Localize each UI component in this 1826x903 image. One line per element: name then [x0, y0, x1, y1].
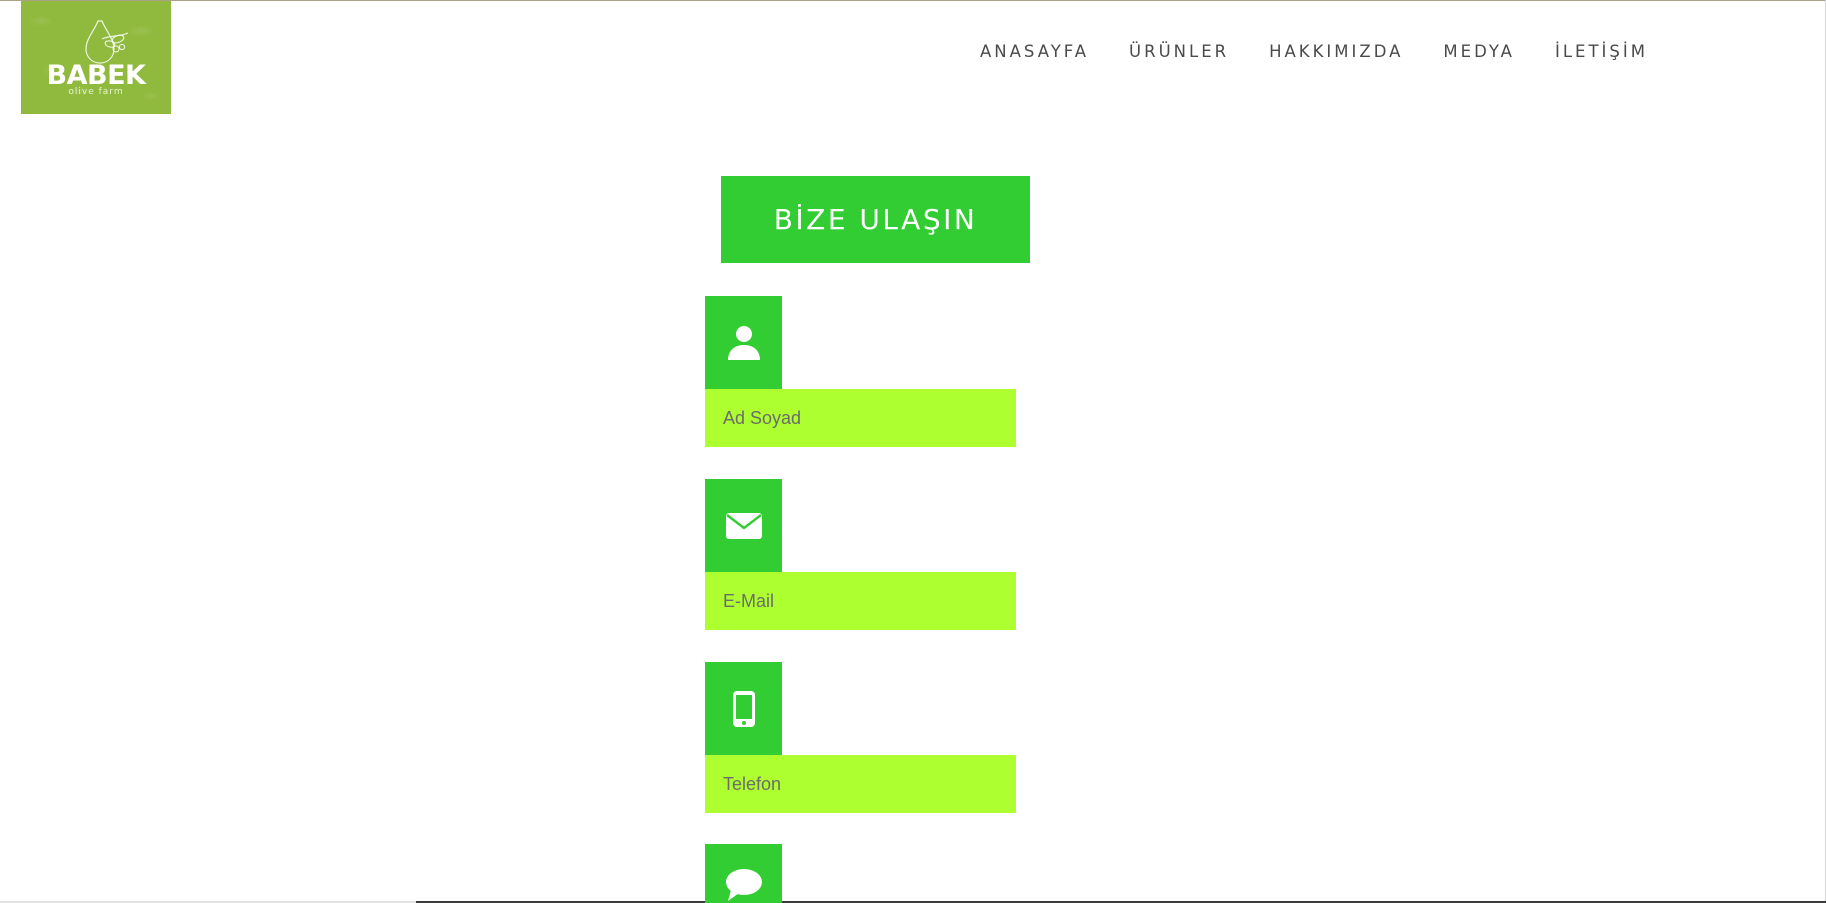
email-icon-box	[705, 479, 782, 572]
name-field[interactable]	[705, 389, 1016, 447]
mobile-phone-icon	[732, 690, 755, 727]
envelope-icon	[725, 512, 762, 539]
nav-item-hakkimizda[interactable]: HAKKIMIZDA	[1269, 42, 1403, 61]
top-border	[0, 0, 1826, 1]
site-logo[interactable]: BABEK olive farm	[21, 1, 171, 114]
nav-item-iletisim[interactable]: İLETİŞİM	[1555, 42, 1648, 61]
message-icon-box	[705, 844, 782, 903]
user-icon	[727, 325, 760, 360]
email-field[interactable]	[705, 572, 1016, 630]
phone-icon-box	[705, 662, 782, 755]
speech-bubble-icon	[725, 869, 762, 901]
contact-heading: BİZE ULAŞIN	[721, 176, 1030, 263]
nav-item-medya[interactable]: MEDYA	[1443, 42, 1515, 61]
main-nav: ANASAYFA ÜRÜNLER HAKKIMIZDA MEDYA İLETİŞ…	[980, 38, 1648, 64]
nav-item-anasayfa[interactable]: ANASAYFA	[980, 42, 1089, 61]
nav-item-urunler[interactable]: ÜRÜNLER	[1129, 42, 1229, 61]
page: BABEK olive farm ANASAYFA ÜRÜNLER HAKKIM…	[0, 0, 1826, 903]
logo-subtitle: olive farm	[68, 87, 124, 97]
name-icon-box	[705, 296, 782, 389]
phone-field[interactable]	[705, 755, 1016, 813]
